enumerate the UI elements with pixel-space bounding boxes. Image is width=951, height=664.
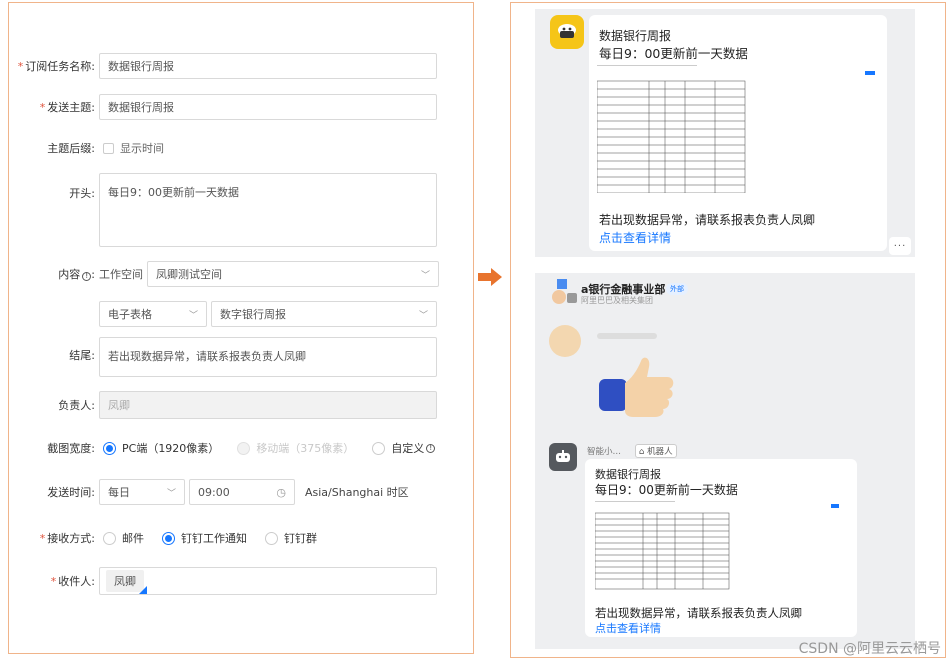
workspace-select[interactable]: 凤卿测试空间 ﹀ xyxy=(147,261,439,287)
chevron-down-icon: ﹀ xyxy=(166,488,176,499)
subject-suffix-row: 主题后缀: 显示时间 xyxy=(9,140,475,156)
recipients-row: * 收件人: 凤卿 xyxy=(9,567,475,595)
send-time-row: 发送时间: 每日 ﹀ 09:00 ◷ Asia/Shanghai 时区 xyxy=(9,479,475,505)
bot-avatar xyxy=(550,15,584,49)
chevron-down-icon: ﹀ xyxy=(420,270,430,281)
task-name-label: 订阅任务名称: xyxy=(25,60,95,73)
owner-label: 负责人: xyxy=(58,399,95,412)
send-time-label: 发送时间: xyxy=(47,486,95,499)
task-name-input[interactable]: 数据银行周报 xyxy=(99,53,437,79)
subject-input[interactable]: 数据银行周报 xyxy=(99,94,437,120)
watermark: CSDN @阿里云云栖号 xyxy=(798,641,941,657)
option-pc[interactable]: PC端（1920像素） xyxy=(103,440,219,456)
show-time-checkbox[interactable] xyxy=(103,142,114,154)
report-value: 数字银行周报 xyxy=(220,308,286,321)
content-type-row: 电子表格 ﹀ 数字银行周报 ﹀ xyxy=(9,301,475,327)
custom-radio[interactable] xyxy=(372,441,386,455)
time-picker[interactable]: 09:00 ◷ xyxy=(189,479,295,505)
user-avatar xyxy=(549,325,581,357)
group-subtitle: 阿里巴巴及相关集团 xyxy=(581,296,653,305)
card1-subtitle: 每日9：00更新前一天数据 xyxy=(599,46,748,61)
option-custom[interactable]: 自定义! xyxy=(372,440,436,456)
owner-input: 凤卿 xyxy=(99,391,437,419)
screenshot-width-row: 截图宽度: PC端（1920像素） 移动端（375像素） 自定义! xyxy=(9,440,475,456)
receive-method-row: * 接收方式: 邮件 钉钉工作通知 钉钉群 xyxy=(39,530,317,546)
external-badge: 外部 xyxy=(666,283,688,295)
tag-corner-icon xyxy=(139,586,147,594)
robot-tag-icon: ⌂ xyxy=(639,447,645,457)
more-options-button[interactable]: ··· xyxy=(889,237,911,255)
info-icon[interactable]: ! xyxy=(426,443,436,453)
frequency-select[interactable]: 每日 ﹀ xyxy=(99,479,185,505)
card2-subtitle: 每日9：00更新前一天数据 xyxy=(595,483,738,497)
task-name-row: * 订阅任务名称: 数据银行周报 xyxy=(9,53,475,79)
frequency-value: 每日 xyxy=(108,486,130,499)
dingtalk-notice-radio[interactable] xyxy=(162,531,175,545)
time-value: 09:00 xyxy=(198,485,230,499)
report-select[interactable]: 数字银行周报 ﹀ xyxy=(211,301,437,327)
opening-row: 开头: 每日9：00更新前一天数据 xyxy=(9,173,475,247)
group-avatar-icon xyxy=(552,279,577,304)
bot-logo-icon xyxy=(558,24,576,38)
screenshot-width-label: 截图宽度: xyxy=(47,442,95,455)
card1-title: 数据银行周报 xyxy=(599,29,672,43)
blurred-username xyxy=(597,333,657,339)
content-label: 内容 xyxy=(58,268,81,281)
card2-note: 若出现数据异常，请联系报表负责人凤卿 xyxy=(595,606,802,620)
subscription-form: * 订阅任务名称: 数据银行周报 * 发送主题: 数据银行周报 主题后缀: 显示时间… xyxy=(8,2,474,654)
card2-detail-link[interactable]: 点击查看详情 xyxy=(595,620,661,636)
content-type-value: 电子表格 xyxy=(108,308,152,321)
card1-note: 若出现数据异常，请联系报表负责人凤卿 xyxy=(599,213,816,227)
timezone-label: Asia/Shanghai 时区 xyxy=(305,486,409,499)
report-thumbnail-2 xyxy=(595,499,845,591)
card2-title: 数据银行周报 xyxy=(595,468,661,481)
ending-textarea[interactable]: 若出现数据异常，请联系报表负责人凤卿 xyxy=(99,337,437,377)
robot-icon xyxy=(556,450,570,462)
subject-label: 发送主题: xyxy=(47,101,95,114)
option-mobile: 移动端（375像素） xyxy=(237,440,354,456)
card1-detail-link[interactable]: 点击查看详情 xyxy=(599,229,671,246)
chevron-down-icon: ﹀ xyxy=(188,310,198,321)
subject-row: * 发送主题: 数据银行周报 xyxy=(9,94,475,120)
opening-label: 开头: xyxy=(69,187,95,200)
dingtalk-group-radio[interactable] xyxy=(265,531,278,545)
robot-tag: ⌂ 机器人 xyxy=(635,444,677,458)
report-thumbnail xyxy=(597,63,879,193)
workspace-label: 工作空间 xyxy=(99,268,143,281)
mobile-radio xyxy=(237,441,251,455)
chevron-down-icon: ﹀ xyxy=(418,310,428,321)
arrow-right-icon xyxy=(478,268,502,286)
thumbs-up-icon xyxy=(599,357,674,417)
content-type-select[interactable]: 电子表格 ﹀ xyxy=(99,301,207,327)
option-dingtalk-notice[interactable]: 钉钉工作通知 xyxy=(162,530,247,546)
option-dingtalk-group[interactable]: 钉钉群 xyxy=(265,530,317,546)
workspace-value: 凤卿测试空间 xyxy=(156,268,222,281)
subject-suffix-label: 主题后缀: xyxy=(47,142,95,155)
info-icon[interactable]: ! xyxy=(82,271,92,281)
show-time-label: 显示时间 xyxy=(120,142,164,155)
bot-name: 智能小… xyxy=(587,447,622,457)
email-radio[interactable] xyxy=(103,531,116,545)
ending-label: 结尾: xyxy=(69,349,95,362)
group-avatar xyxy=(551,279,577,305)
ending-row: 结尾: 若出现数据异常，请联系报表负责人凤卿 xyxy=(9,337,475,377)
recipient-tag[interactable]: 凤卿 xyxy=(106,570,147,594)
recipients-label: 收件人: xyxy=(58,575,95,588)
preview-panel: 数据银行周报 每日9：00更新前一天数据 若出现数据异常，请联系报表负责人凤卿 xyxy=(510,2,946,658)
receive-method-label: 接收方式: xyxy=(47,532,95,545)
opening-textarea[interactable]: 每日9：00更新前一天数据 xyxy=(99,173,437,247)
recipients-input[interactable]: 凤卿 xyxy=(99,567,437,595)
owner-row: 负责人: 凤卿 xyxy=(9,391,475,419)
pc-radio[interactable] xyxy=(103,441,116,455)
option-email[interactable]: 邮件 xyxy=(103,530,144,546)
content-row: 内容!: 工作空间 凤卿测试空间 ﹀ xyxy=(9,261,475,287)
robot-avatar xyxy=(549,443,577,471)
clock-icon: ◷ xyxy=(276,485,286,499)
